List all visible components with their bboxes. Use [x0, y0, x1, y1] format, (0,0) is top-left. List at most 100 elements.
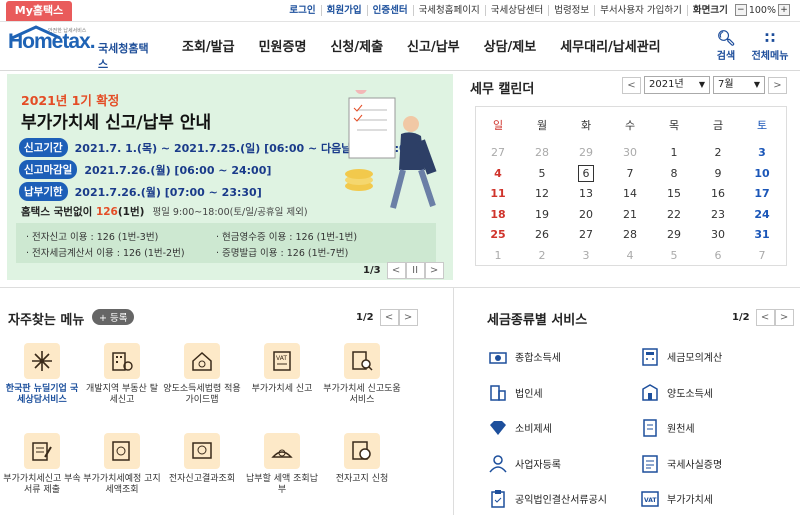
banner-page-indicator: 1/3 — [363, 265, 381, 276]
tax-service-item[interactable]: 사업자등록 — [488, 454, 561, 473]
nav-consult-report[interactable]: 상담/제보 — [472, 36, 549, 55]
services-prev-button[interactable]: < — [755, 309, 775, 326]
hometax-logo[interactable]: 안전한 납세서비스 Hometax. 국세청홈택스 — [8, 25, 158, 71]
calendar-day[interactable]: 5 — [654, 249, 694, 262]
favorite-menu-item[interactable]: VAT 부가가치세 신고 — [242, 343, 322, 395]
favorite-menu-item[interactable]: 전자신고결과조회 — [162, 433, 242, 485]
nav-report-pay[interactable]: 신고/납부 — [395, 36, 472, 55]
calendar-day[interactable]: 9 — [698, 167, 738, 180]
calendar-day[interactable]: 3 — [566, 249, 606, 262]
tax-service-item[interactable]: 양도소득세 — [640, 383, 713, 401]
calendar-day[interactable]: 29 — [654, 228, 694, 241]
calendar-next-button[interactable]: > — [768, 76, 787, 94]
calendar-day[interactable]: 19 — [522, 208, 562, 221]
favorite-menu-item[interactable]: 개발지역 부동산 탈세신고 — [82, 343, 162, 406]
calendar-day[interactable]: 3 — [742, 146, 782, 159]
calendar-day[interactable]: 13 — [566, 187, 606, 200]
calendar-day[interactable]: 5 — [522, 167, 562, 180]
my-hometax-tab[interactable]: My홈택스 — [6, 1, 72, 21]
calendar-day[interactable]: 2 — [698, 146, 738, 159]
calendar-day[interactable]: 24 — [742, 208, 782, 221]
login-link[interactable]: 로그인 — [284, 5, 320, 16]
calendar-day[interactable]: 17 — [742, 187, 782, 200]
calendar-day[interactable]: 16 — [698, 187, 738, 200]
tax-service-item[interactable]: 원천세 — [640, 418, 695, 437]
dept-user-signup-link[interactable]: 부서사용자 가입하기 — [594, 4, 687, 16]
calendar-day[interactable]: 23 — [698, 208, 738, 221]
banner-prev-button[interactable]: < — [386, 262, 406, 279]
zoom-out-button[interactable]: − — [734, 4, 747, 16]
calendar-day[interactable]: 31 — [742, 228, 782, 241]
signup-link[interactable]: 회원가입 — [320, 4, 367, 16]
calendar-day[interactable]: 30 — [610, 146, 650, 159]
certificate-icon — [640, 454, 660, 473]
calendar-day[interactable]: 27 — [566, 228, 606, 241]
tax-service-item[interactable]: 법인세 — [488, 383, 543, 401]
calendar-prev-button[interactable]: < — [622, 76, 641, 94]
consult-center-link[interactable]: 국세상담센터 — [484, 4, 548, 16]
nav-apply-submit[interactable]: 신청/제출 — [318, 36, 395, 55]
result-icon — [184, 433, 220, 469]
tax-service-item[interactable]: 국세사실증명 — [640, 454, 722, 473]
month-select[interactable]: 7월 ▼ — [713, 76, 765, 94]
banner-phone-box: · 전자신고 이용 : 126 (1번-3번) · 현금영수증 이용 : 126… — [16, 223, 436, 263]
favorites-prev-button[interactable]: < — [379, 309, 399, 326]
section-divider — [0, 287, 800, 288]
calendar-day[interactable]: 2 — [522, 249, 562, 262]
calendar-day[interactable]: 20 — [566, 208, 606, 221]
calendar-day[interactable]: 28 — [522, 146, 562, 159]
favorite-menu-item[interactable]: 부가가치세예정 고지세액조회 — [82, 433, 162, 496]
calendar-day[interactable]: 28 — [610, 228, 650, 241]
calendar-day[interactable]: 18 — [478, 208, 518, 221]
services-next-button[interactable]: > — [774, 309, 794, 326]
favorite-menu-item[interactable]: 납부할 세액 조회납부 — [242, 433, 322, 496]
all-menu-button[interactable]: ∷ 전체메뉴 — [750, 30, 790, 63]
vat-notice-banner[interactable]: 2021년 1기 확정 부가가치세 신고/납부 안내 신고기간 2021.7. … — [7, 74, 453, 280]
tax-service-item[interactable]: 세금모의계산 — [640, 347, 722, 366]
banner-next-button[interactable]: > — [424, 262, 444, 279]
calendar-day[interactable]: 6 — [698, 249, 738, 262]
calendar-day[interactable]: 26 — [522, 228, 562, 241]
vat-icon: VAT — [640, 489, 660, 507]
calendar-day[interactable]: 1 — [654, 146, 694, 159]
search-button[interactable]: 🔍︎ 검색 — [706, 30, 746, 63]
calendar-day[interactable]: 10 — [742, 167, 782, 180]
calendar-day[interactable]: 25 — [478, 228, 518, 241]
nts-homepage-link[interactable]: 국세청홈페이지 — [412, 4, 485, 16]
calendar-day[interactable]: 14 — [610, 187, 650, 200]
calendar-day[interactable]: 29 — [566, 146, 606, 159]
favorite-menu-item[interactable]: 한국판 뉴딜기업 국세상담서비스 — [2, 343, 82, 406]
favorite-menu-item[interactable]: 양도소득세법령 적용가이드맵 — [162, 343, 242, 406]
zoom-in-button[interactable]: + — [778, 4, 790, 16]
year-select[interactable]: 2021년 ▼ — [644, 76, 710, 94]
calendar-day[interactable]: 1 — [478, 249, 518, 262]
favorites-add-button[interactable]: + 등록 — [92, 309, 135, 325]
calendar-day[interactable]: 4 — [610, 249, 650, 262]
calendar-day-today[interactable]: 6 — [578, 164, 594, 182]
nav-civil-cert[interactable]: 민원증명 — [247, 36, 319, 55]
favorite-menu-item[interactable]: 부가가치세 신고도움 서비스 — [322, 343, 402, 406]
calendar-day[interactable]: 8 — [654, 167, 694, 180]
tax-service-item[interactable]: 공익법인결산서류공시 — [488, 489, 607, 508]
favorite-menu-item[interactable]: 부가가치세신고 부속서류 제출 — [2, 433, 82, 496]
favorites-next-button[interactable]: > — [398, 309, 418, 326]
calendar-day[interactable]: 21 — [610, 208, 650, 221]
calendar-day[interactable]: 22 — [654, 208, 694, 221]
calendar-day[interactable]: 12 — [522, 187, 562, 200]
calendar-day[interactable]: 30 — [698, 228, 738, 241]
tax-service-item[interactable]: VAT 부가가치세 — [640, 489, 713, 507]
nav-inquiry-issue[interactable]: 조회/발급 — [170, 36, 247, 55]
favorite-menu-item[interactable]: 전자고지 신청 — [322, 433, 402, 485]
calendar-day[interactable]: 15 — [654, 187, 694, 200]
calendar-day[interactable]: 7 — [742, 249, 782, 262]
law-info-link[interactable]: 법령정보 — [548, 4, 594, 16]
tax-service-item[interactable]: 소비제세 — [488, 418, 552, 436]
banner-pause-button[interactable]: II — [405, 262, 425, 279]
tax-service-item[interactable]: 종합소득세 — [488, 347, 561, 365]
cert-center-link[interactable]: 인증센터 — [366, 4, 413, 16]
calendar-day[interactable]: 27 — [478, 146, 518, 159]
calendar-day[interactable]: 4 — [478, 167, 518, 180]
calendar-day[interactable]: 11 — [478, 187, 518, 200]
nav-tax-agent[interactable]: 세무대리/납세관리 — [548, 36, 672, 55]
calendar-day[interactable]: 7 — [610, 167, 650, 180]
